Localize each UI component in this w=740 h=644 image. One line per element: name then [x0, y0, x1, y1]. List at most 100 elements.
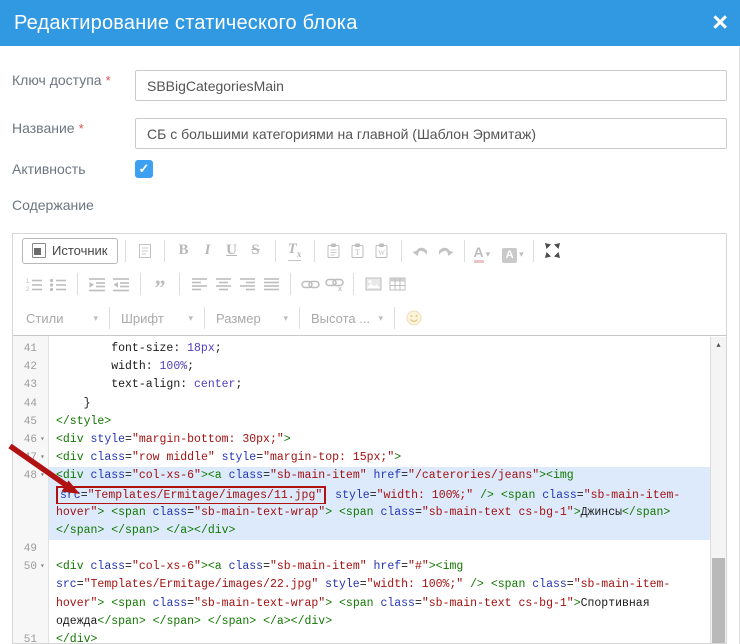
- line-number: 48: [24, 467, 40, 485]
- code-line: 41 font-size: 18px;: [13, 340, 710, 358]
- content-label: Содержание: [12, 197, 94, 213]
- separator: [125, 240, 126, 262]
- font-dropdown[interactable]: Шрифт ▾: [117, 309, 197, 327]
- fold-toggle-icon[interactable]: ▾: [40, 431, 49, 449]
- toolbar-row-2: 12: [13, 267, 726, 301]
- source-icon: [32, 243, 46, 258]
- indent-button[interactable]: [109, 272, 133, 296]
- close-icon[interactable]: ×: [712, 6, 728, 38]
- code-line: 45</style>: [13, 413, 710, 431]
- fold-toggle-icon[interactable]: ▾: [40, 467, 49, 485]
- code-line: 47▾<div class="row middle" style="margin…: [13, 449, 710, 467]
- blockquote-button[interactable]: ”: [148, 272, 172, 296]
- remove-format-button[interactable]: Tx: [283, 239, 307, 263]
- code-lines: 41 font-size: 18px;42 width: 100%;43 tex…: [13, 340, 710, 643]
- source-button[interactable]: Источник: [22, 238, 118, 264]
- paste-word-button[interactable]: W: [370, 239, 394, 263]
- toolbar-row-3: Стили ▾ Шрифт ▾ Размер ▾ Высота ... ▾: [13, 301, 726, 335]
- smiley-button[interactable]: [402, 306, 426, 330]
- svg-text:1: 1: [26, 279, 30, 285]
- scrollbar-thumb[interactable]: [712, 558, 725, 643]
- blockquote-icon: ”: [155, 275, 166, 293]
- separator: [204, 307, 205, 329]
- toolbar-row-1: Источник B I U S Tx: [13, 234, 726, 267]
- image-button[interactable]: [361, 272, 385, 296]
- align-right-icon: [239, 277, 256, 291]
- code-line: 46▾<div style="margin-bottom: 30px;">: [13, 431, 710, 449]
- maximize-button[interactable]: [541, 239, 565, 263]
- italic-button[interactable]: I: [196, 239, 220, 263]
- styles-dropdown[interactable]: Стили ▾: [22, 309, 102, 327]
- scroll-up-arrow[interactable]: ▲: [711, 337, 726, 350]
- paste-text-button[interactable]: T: [346, 239, 370, 263]
- separator: [140, 273, 141, 295]
- svg-text:2: 2: [26, 287, 30, 292]
- separator: [275, 240, 276, 262]
- bulleted-list-icon: [49, 277, 67, 292]
- align-left-icon: [191, 277, 208, 291]
- paste-button[interactable]: [322, 239, 346, 263]
- chevron-down-icon: ▾: [378, 309, 383, 327]
- unlink-button[interactable]: x: [322, 272, 346, 296]
- outdent-button[interactable]: [85, 272, 109, 296]
- chevron-down-icon: ▾: [93, 309, 98, 327]
- code-line: 50▾<div class="col-xs-6"><a class="sb-ma…: [13, 558, 710, 576]
- modal-title: Редактирование статического блока: [0, 12, 358, 35]
- align-right-button[interactable]: [235, 272, 259, 296]
- code-line: 51</div>: [13, 631, 710, 643]
- size-dropdown[interactable]: Размер ▾: [212, 309, 292, 327]
- code-line: 48▾<div class="col-xs-6"><a class="sb-ma…: [13, 467, 710, 485]
- required-asterisk: *: [106, 73, 111, 88]
- code-line: 43 text-align: center;: [13, 376, 710, 394]
- code-line: hover"> <span class="sb-main-text-wrap">…: [13, 595, 710, 613]
- link-button[interactable]: [298, 272, 322, 296]
- activity-checkbox[interactable]: ✓: [135, 160, 153, 178]
- access-key-input[interactable]: [135, 70, 727, 101]
- editor-toolbar: Источник B I U S Tx: [13, 234, 726, 335]
- separator: [109, 307, 110, 329]
- check-icon: ✓: [139, 161, 150, 176]
- svg-text:x: x: [338, 286, 342, 291]
- separator: [401, 240, 402, 262]
- bg-color-button[interactable]: A ▾: [500, 239, 526, 263]
- fold-toggle-icon[interactable]: ▾: [40, 558, 49, 576]
- table-button[interactable]: [385, 272, 409, 296]
- code-line: 49: [13, 540, 710, 558]
- bulleted-list-button[interactable]: [46, 272, 70, 296]
- justify-icon: [263, 277, 280, 291]
- separator: [394, 307, 395, 329]
- undo-button[interactable]: [409, 239, 433, 263]
- template-button[interactable]: [133, 239, 157, 263]
- code-line: hover"> <span class="sb-main-text-wrap">…: [13, 504, 710, 522]
- strikethrough-button[interactable]: S: [244, 239, 268, 263]
- text-color-icon: A: [474, 245, 484, 263]
- line-height-dropdown[interactable]: Высота ... ▾: [307, 309, 387, 327]
- separator: [179, 273, 180, 295]
- underline-button[interactable]: U: [220, 239, 244, 263]
- paste-icon: [326, 242, 341, 259]
- align-left-button[interactable]: [187, 272, 211, 296]
- align-center-button[interactable]: [211, 272, 235, 296]
- bold-button[interactable]: B: [172, 239, 196, 263]
- name-input[interactable]: [135, 118, 727, 149]
- chevron-down-icon: ▾: [519, 245, 524, 263]
- fold-toggle-icon[interactable]: ▾: [40, 449, 49, 467]
- line-number: 41: [24, 340, 40, 358]
- separator: [290, 273, 291, 295]
- line-number: 46: [24, 431, 40, 449]
- justify-button[interactable]: [259, 272, 283, 296]
- separator: [164, 240, 165, 262]
- smiley-icon: [406, 310, 422, 326]
- numbered-list-button[interactable]: 12: [22, 272, 46, 296]
- redo-button[interactable]: [433, 239, 457, 263]
- line-number: 47: [24, 449, 40, 467]
- line-number: 49: [24, 540, 40, 558]
- code-line: 44 }: [13, 395, 710, 413]
- svg-text:T: T: [355, 248, 360, 257]
- text-color-button[interactable]: A ▾: [472, 239, 493, 263]
- source-code-area[interactable]: 41 font-size: 18px;42 width: 100%;43 tex…: [13, 335, 726, 643]
- separator: [464, 240, 465, 262]
- maximize-icon: [544, 242, 561, 259]
- svg-text:W: W: [378, 249, 385, 257]
- annotation-highlight-box: src="Templates/Ermitage/images/11.jpg": [56, 486, 326, 505]
